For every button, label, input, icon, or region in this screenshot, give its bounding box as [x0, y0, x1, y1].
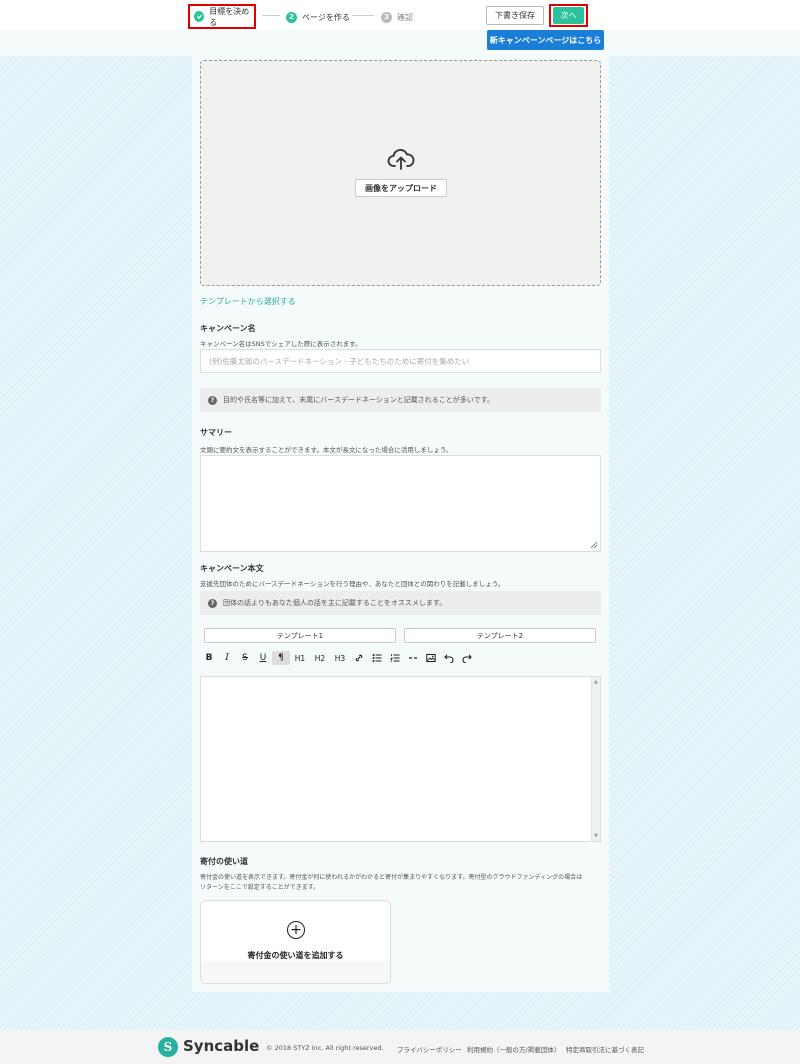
- scroll-up-icon[interactable]: ▲: [594, 679, 598, 685]
- new-campaign-page-button[interactable]: 新キャンペーンページはこちら: [487, 30, 604, 50]
- template-2-button[interactable]: テンプレート2: [404, 628, 596, 643]
- step-1-set-goal[interactable]: 目標を決める: [188, 4, 256, 29]
- step-connector: [262, 15, 280, 16]
- syncable-logo-icon[interactable]: S: [158, 1037, 178, 1057]
- heading-3-button[interactable]: H3: [330, 651, 350, 665]
- summary-description: 文頭に要約文を表示することができます。本文が長文になった場合に活用しましょう。: [200, 446, 453, 454]
- campaign-body-label: キャンペーン本文: [200, 564, 264, 573]
- next-button-highlight: 次へ: [549, 4, 588, 27]
- italic-button[interactable]: I: [218, 651, 236, 665]
- syncable-logo-text[interactable]: Syncable: [183, 1037, 259, 1055]
- campaign-name-description: キャンペーン名はSNSでシェアした際に表示されます。: [200, 340, 362, 348]
- plus-circle-icon: +: [287, 921, 305, 939]
- upload-image-button[interactable]: 画像をアップロード: [355, 179, 447, 197]
- bold-button[interactable]: B: [200, 651, 218, 665]
- heading-2-button[interactable]: H2: [310, 651, 330, 665]
- link-icon[interactable]: [350, 651, 368, 665]
- card-footer: [201, 961, 390, 983]
- step-3-number: 3: [381, 11, 392, 23]
- campaign-name-hint: ? 目的や氏名等に加えて、末尾にバースデードネーションと記載されることが多いです…: [200, 388, 601, 412]
- underline-button[interactable]: U: [254, 651, 272, 665]
- heading-1-button[interactable]: H1: [290, 651, 310, 665]
- select-template-link[interactable]: テンプレートから選択する: [200, 296, 296, 307]
- donation-usage-description-2: リターンをここで設定することができます。: [200, 884, 320, 891]
- copyright-text: © 2018 STYZ Inc. All right reserved.: [266, 1044, 384, 1052]
- horizontal-rule-icon[interactable]: [404, 651, 422, 665]
- campaign-body-description: 支援先団体のためにバースデードネーションを行う理由や、あなたと団体との関わりを記…: [200, 580, 505, 588]
- header: 目標を決める 2 ページを作る 3 確認 下書き保存 次へ 新キャンペーンページ…: [0, 0, 800, 56]
- image-icon[interactable]: [422, 651, 440, 665]
- step-connector: [352, 15, 374, 16]
- campaign-body-hint-text: 団体の話よりもあなた個人の話を主に記載することをオススメします。: [223, 599, 447, 607]
- step-3-label: 確認: [397, 12, 413, 22]
- campaign-name-input[interactable]: (例)佐藤太郎のバースデードネーション - 子どもたちのために寄付を集めたい: [200, 349, 601, 373]
- footer: S Syncable © 2018 STYZ Inc. All right re…: [0, 1030, 800, 1064]
- resize-handle-icon[interactable]: [591, 542, 597, 548]
- question-icon: ?: [208, 395, 217, 405]
- commercial-law-link[interactable]: 特定商取引法に基づく表記: [566, 1044, 644, 1054]
- next-button[interactable]: 次へ: [553, 7, 584, 24]
- add-donation-usage-card[interactable]: + 寄付金の使い道を追加する: [200, 900, 391, 984]
- add-donation-usage-label: 寄付金の使い道を追加する: [247, 951, 344, 960]
- scroll-down-icon[interactable]: ▼: [594, 833, 598, 839]
- question-icon: ?: [208, 598, 217, 608]
- numbered-list-icon[interactable]: [386, 651, 404, 665]
- step-2-create-page[interactable]: 2 ページを作る: [286, 6, 350, 28]
- editor-toolbar: B I S U ¶ H1 H2 H3: [200, 650, 476, 666]
- step-2-label: ページを作る: [302, 12, 350, 22]
- summary-label: サマリー: [200, 428, 232, 437]
- cloud-upload-icon: [387, 149, 415, 170]
- campaign-body-hint: ? 団体の話よりもあなた個人の話を主に記載することをオススメします。: [200, 591, 601, 615]
- step-2-number: 2: [286, 11, 297, 23]
- campaign-body-editor[interactable]: ▲ ▼: [200, 676, 601, 842]
- campaign-name-hint-text: 目的や氏名等に加えて、末尾にバースデードネーションと記載されることが多いです。: [223, 396, 494, 404]
- summary-textarea[interactable]: [200, 455, 601, 552]
- privacy-policy-link[interactable]: プライバシーポリシー: [397, 1044, 462, 1054]
- donation-usage-description-1: 寄付金の使い道を表示できます。寄付金が何に使われるかがわかると寄付が集まりやすく…: [200, 874, 583, 881]
- donation-usage-label: 寄付の使い道: [200, 857, 248, 866]
- step-3-confirm[interactable]: 3 確認: [381, 6, 413, 28]
- strikethrough-button[interactable]: S: [236, 651, 254, 665]
- campaign-form: 画像をアップロード テンプレートから選択する キャンペーン名 キャンペーン名はS…: [192, 56, 609, 992]
- editor-scrollbar[interactable]: ▲ ▼: [591, 677, 600, 841]
- redo-icon[interactable]: [458, 651, 476, 665]
- step-1-label: 目標を決める: [209, 6, 250, 27]
- terms-link[interactable]: 利用規約（一般の方/掲載団体）: [467, 1044, 560, 1054]
- undo-icon[interactable]: [440, 651, 458, 665]
- save-draft-button[interactable]: 下書き保存: [486, 6, 544, 25]
- campaign-name-label: キャンペーン名: [200, 324, 256, 333]
- template-1-button[interactable]: テンプレート1: [204, 628, 396, 643]
- paragraph-button[interactable]: ¶: [272, 651, 290, 665]
- bullet-list-icon[interactable]: [368, 651, 386, 665]
- image-upload-area[interactable]: 画像をアップロード: [200, 60, 601, 286]
- check-icon: [194, 11, 205, 22]
